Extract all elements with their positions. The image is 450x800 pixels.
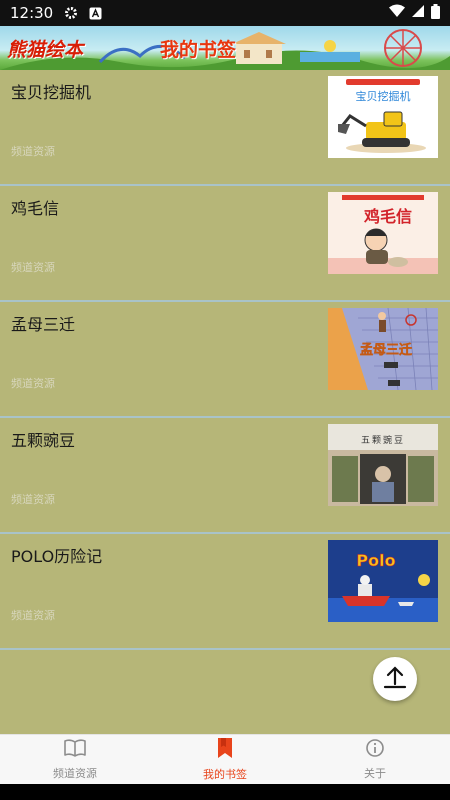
item-subtitle: 频道资源 xyxy=(11,145,55,158)
info-icon xyxy=(365,738,385,762)
boat-cover-image[interactable]: Polo xyxy=(328,540,438,622)
notification-a-icon xyxy=(87,5,103,21)
mother-cover-image[interactable]: 孟母三迁 xyxy=(328,308,438,390)
system-navigation-bar xyxy=(0,784,450,800)
battery-icon xyxy=(431,3,440,23)
list-item[interactable]: 五颗豌豆 频道资源 五颗豌豆 xyxy=(0,418,450,534)
item-subtitle: 频道资源 xyxy=(11,261,55,274)
nav-label: 频道资源 xyxy=(53,767,97,780)
cover-title-text: Polo xyxy=(356,551,395,570)
signal-icon xyxy=(411,4,425,22)
item-title: 五颗豌豆 xyxy=(11,431,76,450)
scroll-to-top-icon xyxy=(382,664,408,694)
nav-item-my-bookmarks[interactable]: 我的书签 xyxy=(150,735,300,784)
list-item[interactable]: 鸡毛信 频道资源 鸡毛信 xyxy=(0,186,450,302)
list-item[interactable]: POLO历险记 频道资源 Polo xyxy=(0,534,450,650)
list-item[interactable]: 宝贝挖掘机 频道资源 宝贝挖掘机 xyxy=(0,70,450,186)
cover-title-text: 孟母三迁 xyxy=(360,342,412,358)
bottom-navigation: 频道资源 我的书签 关于 xyxy=(0,734,450,784)
boy-cover-image[interactable]: 鸡毛信 xyxy=(328,192,438,274)
nav-label: 我的书签 xyxy=(203,768,247,781)
item-subtitle: 频道资源 xyxy=(11,493,55,506)
cover-title-text: 五颗豌豆 xyxy=(361,434,405,446)
cover-title-text: 鸡毛信 xyxy=(363,207,412,226)
book-icon xyxy=(63,738,87,762)
window-cover-image[interactable]: 五颗豌豆 xyxy=(328,424,438,506)
page-title: 我的书签 xyxy=(160,39,237,61)
item-title: POLO历险记 xyxy=(11,547,103,566)
app-name: 熊猫绘本 xyxy=(7,39,84,61)
status-time: 12:30 xyxy=(10,4,54,22)
excavator-cover-image[interactable]: 宝贝挖掘机 xyxy=(328,76,438,158)
wifi-icon xyxy=(389,4,405,22)
item-title: 鸡毛信 xyxy=(11,199,60,218)
item-title: 孟母三迁 xyxy=(11,315,76,334)
item-subtitle: 频道资源 xyxy=(11,377,55,390)
cover-title-text: 宝贝挖掘机 xyxy=(356,89,411,103)
header-banner: 熊猫绘本 我的书签 xyxy=(0,26,450,70)
settings-gear-icon xyxy=(63,5,79,21)
bookmark-list: 宝贝挖掘机 频道资源 宝贝挖掘机 鸡毛信 频道资源 鸡毛信 孟母三迁 频道资源 … xyxy=(0,70,450,650)
bookmark-icon xyxy=(215,737,235,763)
list-item[interactable]: 孟母三迁 频道资源 孟母三迁 xyxy=(0,302,450,418)
nav-item-channel-resources[interactable]: 频道资源 xyxy=(0,735,150,784)
status-bar: 12:30 xyxy=(0,0,450,26)
nav-label: 关于 xyxy=(364,767,386,780)
nav-item-about[interactable]: 关于 xyxy=(300,735,450,784)
item-title: 宝贝挖掘机 xyxy=(11,83,92,102)
scroll-to-top-button[interactable] xyxy=(373,657,417,701)
item-subtitle: 频道资源 xyxy=(11,609,55,622)
